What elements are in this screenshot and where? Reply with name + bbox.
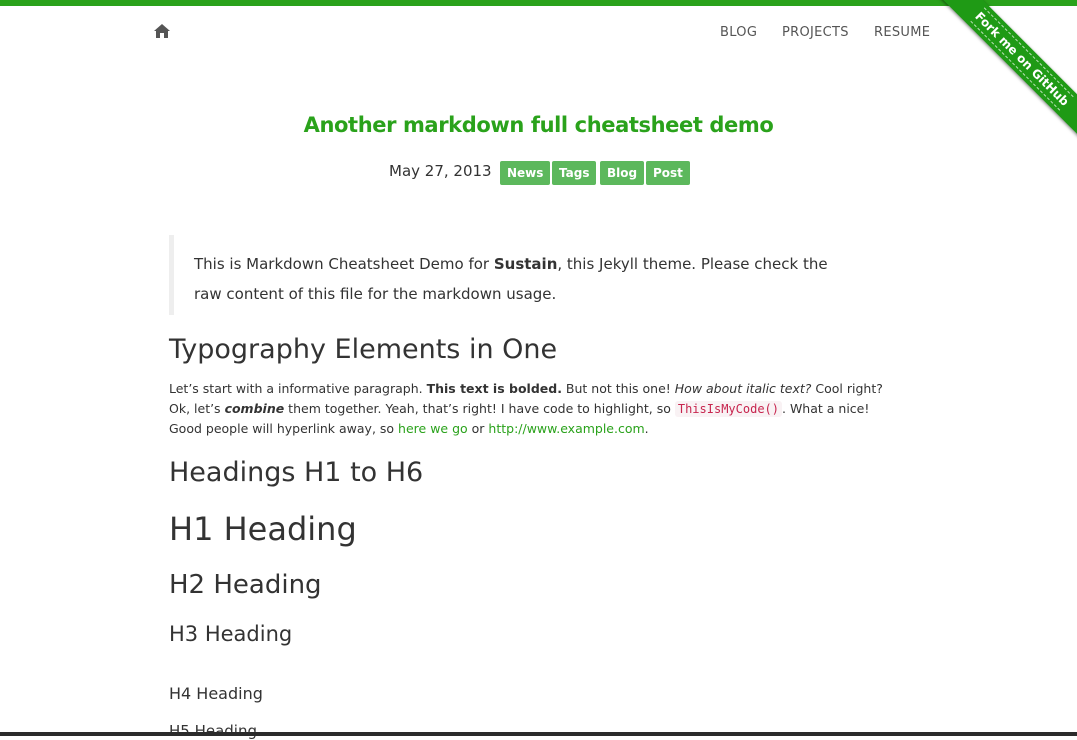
bottom-bar [0,732,1077,736]
h2-heading: H2 Heading [169,570,322,600]
tag-tags[interactable]: Tags [552,161,597,185]
para-text: Let’s start with a informative paragraph… [169,381,427,396]
typography-paragraph: Let’s start with a informative paragraph… [169,379,889,439]
home-icon[interactable] [153,23,171,39]
typography-heading: Typography Elements in One [169,334,558,365]
para-text: them together. Yeah, that’s right! I hav… [284,401,675,416]
italic-text: How about italic text? [674,381,812,396]
h4-heading: H4 Heading [169,684,263,703]
github-ribbon-label[interactable]: Fork me on GitHub [970,7,1074,111]
intro-blockquote: This is Markdown Cheatsheet Demo for Sus… [169,235,859,315]
post-date: May 27, 2013 [389,162,492,180]
inline-code: ThisIsMyCode() [674,401,782,417]
h3-heading: H3 Heading [169,622,293,646]
bold-italic-text: combine [224,401,285,416]
bold-text: This text is bolded. [426,381,562,396]
intro-text: This is Markdown Cheatsheet Demo for Sus… [194,249,859,309]
tag-blog[interactable]: Blog [600,161,645,185]
tag-news[interactable]: News [500,161,551,185]
post-title: Another markdown full cheatsheet demo [303,113,774,137]
tag-post[interactable]: Post [646,161,690,185]
example-com-link[interactable]: http://www.example.com [488,421,644,436]
here-we-go-link[interactable]: here we go [398,421,468,436]
para-text: But not this one! [561,381,675,396]
nav-projects-link[interactable]: PROJECTS [782,25,849,40]
nav-blog-link[interactable]: BLOG [720,25,757,40]
intro-text-start: This is Markdown Cheatsheet Demo for [194,255,494,273]
intro-theme-name: Sustain [493,255,558,273]
para-text: or [467,421,489,436]
h1-heading: H1 Heading [169,510,357,548]
para-text: . [644,421,649,436]
nav-resume-link[interactable]: RESUME [874,25,930,40]
h5-heading: H5 Heading [169,722,258,740]
top-accent-bar [0,0,1077,6]
headings-section-heading: Headings H1 to H6 [169,457,424,488]
